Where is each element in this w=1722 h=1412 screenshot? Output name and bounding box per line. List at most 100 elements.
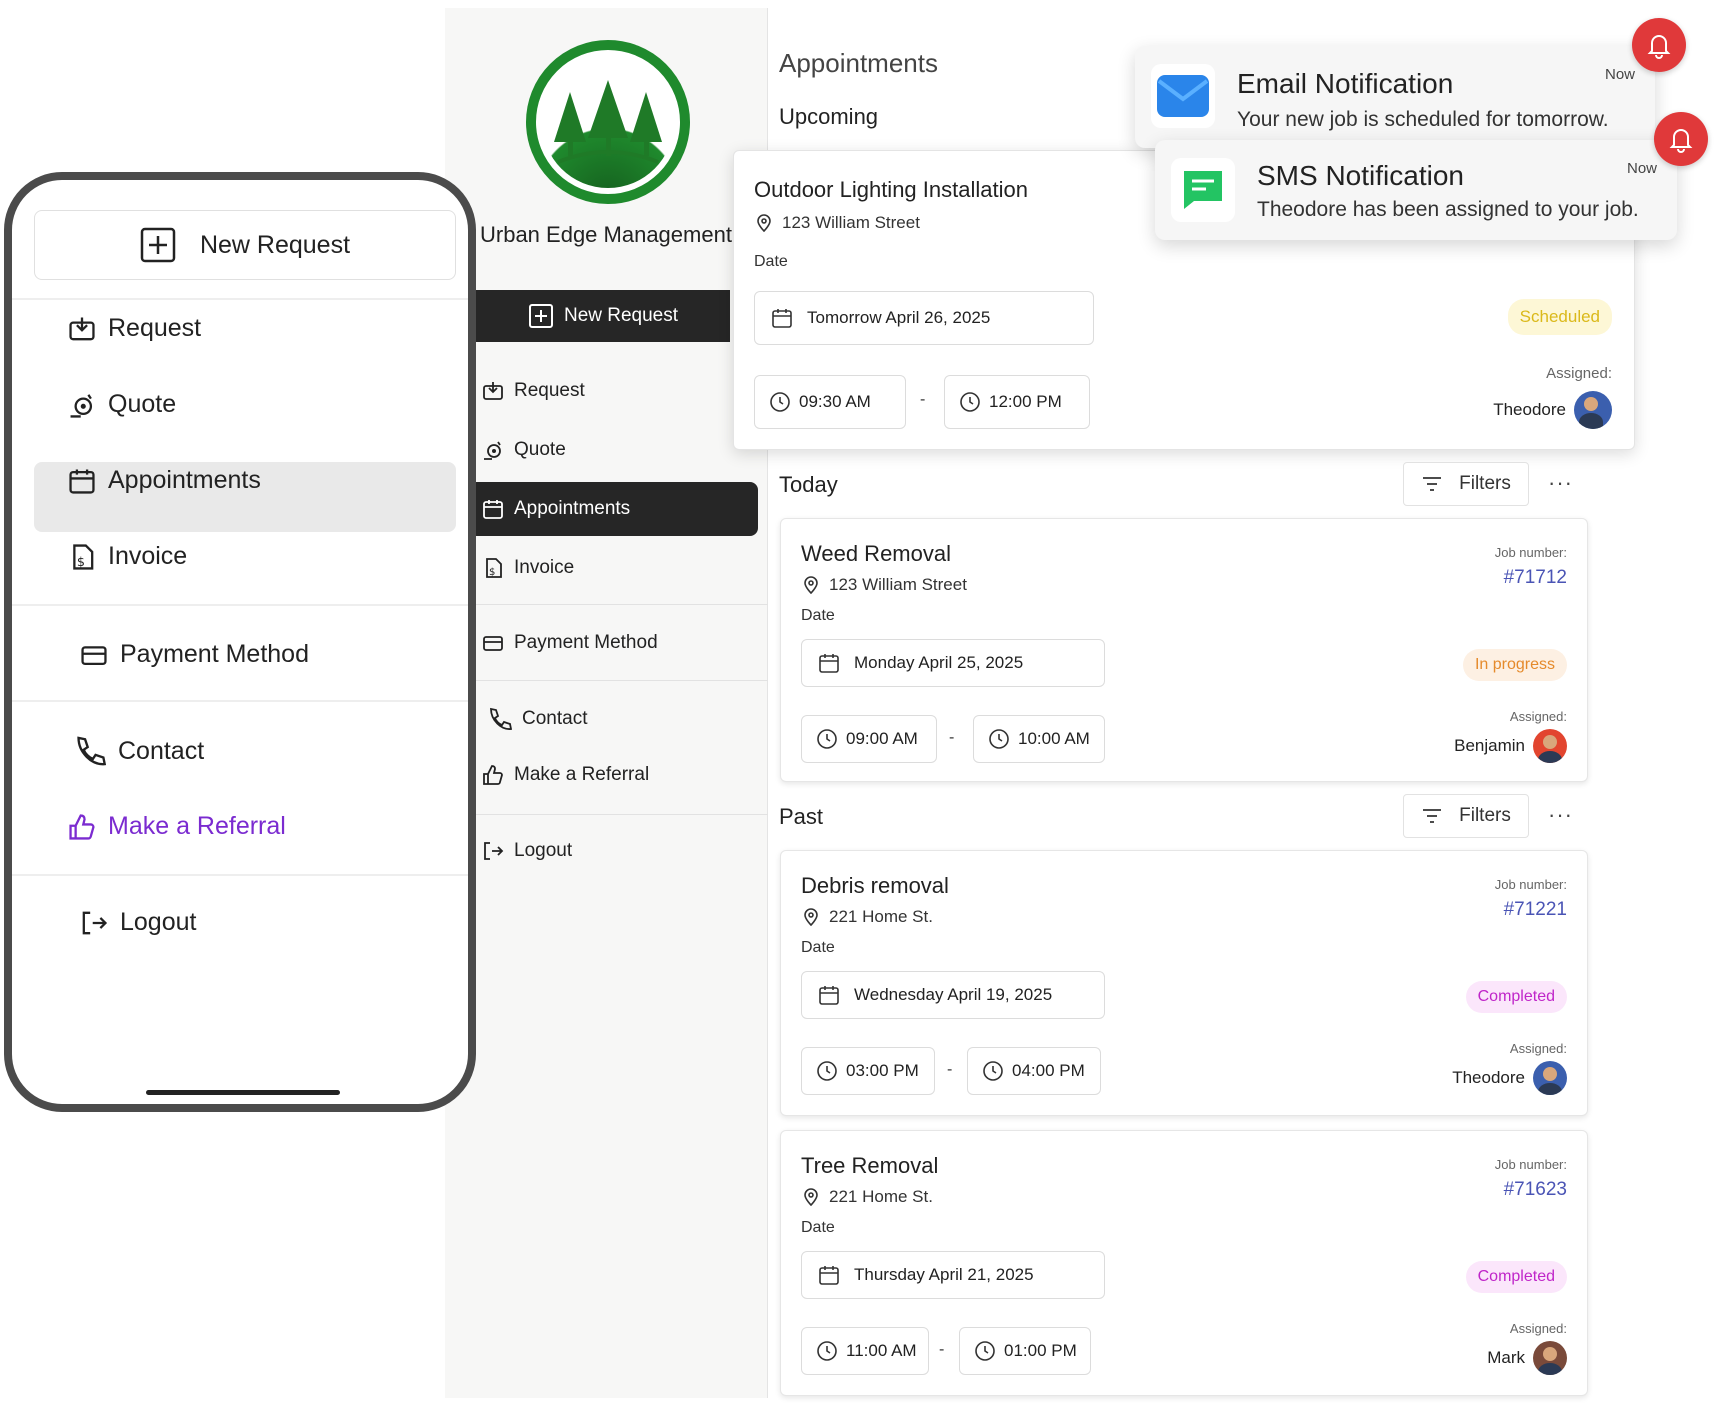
- status-badge: Scheduled: [1507, 299, 1612, 335]
- sidebar-divider: [476, 680, 768, 681]
- start-time: 11:00 AM: [846, 1341, 917, 1360]
- notification-text: Your new job is scheduled for tomorrow.: [1237, 108, 1609, 131]
- job-number[interactable]: #71221: [1504, 899, 1567, 921]
- assigned-name: Benjamin: [1454, 736, 1525, 755]
- avatar: [1533, 1341, 1567, 1375]
- clock-icon: [817, 1341, 837, 1361]
- location-pin-icon: [804, 576, 818, 595]
- clock-icon: [770, 392, 790, 412]
- calendar-icon: [772, 309, 792, 328]
- end-time-field[interactable]: 04:00 PM: [967, 1047, 1101, 1095]
- mobile-phone-frame: New Request Request Quote Appointments $…: [4, 172, 476, 1112]
- assigned-person: Theodore: [1493, 391, 1612, 429]
- filters-label: Filters: [1459, 805, 1511, 826]
- more-options-icon[interactable]: ···: [1548, 470, 1573, 496]
- sidebar-item-invoice[interactable]: $ Invoice: [482, 557, 574, 579]
- sidebar-item-payment-method[interactable]: Payment Method: [482, 632, 658, 654]
- home-indicator[interactable]: [146, 1090, 340, 1095]
- address-text: 123 William Street: [829, 575, 967, 594]
- sidebar-item-label: Payment Method: [514, 632, 658, 653]
- notification-text: Theodore has been assigned to your job.: [1257, 198, 1639, 221]
- date-field[interactable]: Wednesday April 19, 2025: [801, 971, 1105, 1019]
- job-title: Debris removal: [801, 873, 949, 898]
- date-field[interactable]: Tomorrow April 26, 2025: [754, 291, 1094, 345]
- end-time: 01:00 PM: [1004, 1341, 1077, 1360]
- location-pin-icon: [804, 1188, 818, 1207]
- job-title: Weed Removal: [801, 541, 951, 566]
- sidebar-item-referral[interactable]: Make a Referral: [482, 764, 649, 786]
- sms-app-icon: [1171, 158, 1235, 222]
- filters-button[interactable]: Filters: [1403, 794, 1529, 838]
- end-time: 12:00 PM: [989, 392, 1062, 411]
- date-field[interactable]: Thursday April 21, 2025: [801, 1251, 1105, 1299]
- logout-icon: [484, 842, 504, 860]
- assigned-name: Theodore: [1452, 1068, 1525, 1087]
- filters-button[interactable]: Filters: [1403, 462, 1529, 506]
- assigned-label: Assigned:: [1509, 1041, 1567, 1056]
- menu-item-request[interactable]: Request: [68, 314, 201, 343]
- sidebar-item-request[interactable]: Request: [482, 380, 585, 402]
- filters-label: Filters: [1459, 473, 1511, 494]
- date-label: Date: [754, 253, 788, 270]
- sms-notification[interactable]: SMS Notification Theodore has been assig…: [1155, 140, 1677, 240]
- sidebar-divider: [476, 604, 768, 605]
- quote-target-icon: [484, 441, 501, 460]
- start-time-field[interactable]: 09:00 AM: [801, 715, 937, 763]
- bell-icon[interactable]: [1632, 18, 1686, 72]
- menu-item-logout[interactable]: Logout: [80, 908, 196, 937]
- end-time-field[interactable]: 12:00 PM: [944, 375, 1090, 429]
- notification-time: Now: [1626, 160, 1657, 177]
- pine-trees-icon: [554, 80, 662, 164]
- sidebar-item-appointments[interactable]: Appointments: [476, 482, 758, 536]
- sidebar-item-label: Request: [514, 380, 585, 401]
- address-text: 221 Home St.: [829, 1187, 933, 1206]
- logout-icon: [82, 911, 108, 934]
- inbox-download-icon: [483, 382, 503, 400]
- job-number[interactable]: #71623: [1504, 1179, 1567, 1201]
- new-request-button[interactable]: New Request: [476, 290, 730, 342]
- appointment-card[interactable]: Debris removal 221 Home St. Date Wednesd…: [780, 850, 1588, 1116]
- time-separator: -: [920, 391, 926, 408]
- end-time-field[interactable]: 10:00 AM: [973, 715, 1105, 763]
- menu-item-label: Contact: [118, 736, 205, 765]
- job-address: 123 William Street: [801, 575, 967, 595]
- menu-divider: [12, 700, 468, 702]
- more-options-icon[interactable]: ···: [1548, 802, 1573, 828]
- job-number[interactable]: #71712: [1504, 567, 1567, 589]
- email-app-icon: [1151, 64, 1215, 128]
- appointment-card[interactable]: Tree Removal 221 Home St. Date Thursday …: [780, 1130, 1588, 1396]
- calendar-icon: [483, 500, 503, 519]
- appointment-card[interactable]: Weed Removal 123 William Street Date Mon…: [780, 518, 1588, 782]
- menu-item-payment-method[interactable]: Payment Method: [80, 640, 309, 669]
- clock-icon: [989, 729, 1009, 749]
- email-notification[interactable]: Email Notification Your new job is sched…: [1135, 46, 1655, 148]
- invoice-dollar-icon: $: [486, 558, 502, 578]
- address-text: 123 William Street: [782, 213, 920, 232]
- calendar-icon: [69, 469, 95, 494]
- start-time: 09:30 AM: [799, 392, 871, 411]
- clock-icon: [983, 1061, 1003, 1081]
- menu-item-invoice[interactable]: $ Invoice: [68, 542, 187, 571]
- sidebar-item-logout[interactable]: Logout: [482, 840, 572, 862]
- menu-item-quote[interactable]: Quote: [68, 390, 176, 419]
- start-time-field[interactable]: 11:00 AM: [801, 1327, 929, 1375]
- phone-icon: [77, 736, 106, 766]
- menu-item-contact[interactable]: Contact: [72, 734, 204, 768]
- plus-square-icon: [140, 227, 176, 263]
- menu-item-appointments[interactable]: Appointments: [68, 466, 261, 495]
- job-title: Tree Removal: [801, 1153, 939, 1178]
- date-field[interactable]: Monday April 25, 2025: [801, 639, 1105, 687]
- start-time-field[interactable]: 03:00 PM: [801, 1047, 935, 1095]
- sidebar-item-contact[interactable]: Contact: [486, 706, 587, 732]
- end-time-field[interactable]: 01:00 PM: [959, 1327, 1091, 1375]
- date-value: Thursday April 21, 2025: [854, 1265, 1034, 1284]
- start-time-field[interactable]: 09:30 AM: [754, 375, 906, 429]
- sidebar-item-label: Appointments: [514, 498, 631, 519]
- menu-item-referral[interactable]: Make a Referral: [68, 812, 286, 841]
- brand-logo[interactable]: [526, 40, 690, 204]
- sidebar-item-quote[interactable]: Quote: [482, 439, 566, 461]
- new-request-button[interactable]: New Request: [34, 210, 456, 280]
- status-badge: Completed: [1465, 1261, 1567, 1293]
- bell-icon[interactable]: [1654, 112, 1708, 166]
- sidebar-item-label: Quote: [514, 439, 566, 460]
